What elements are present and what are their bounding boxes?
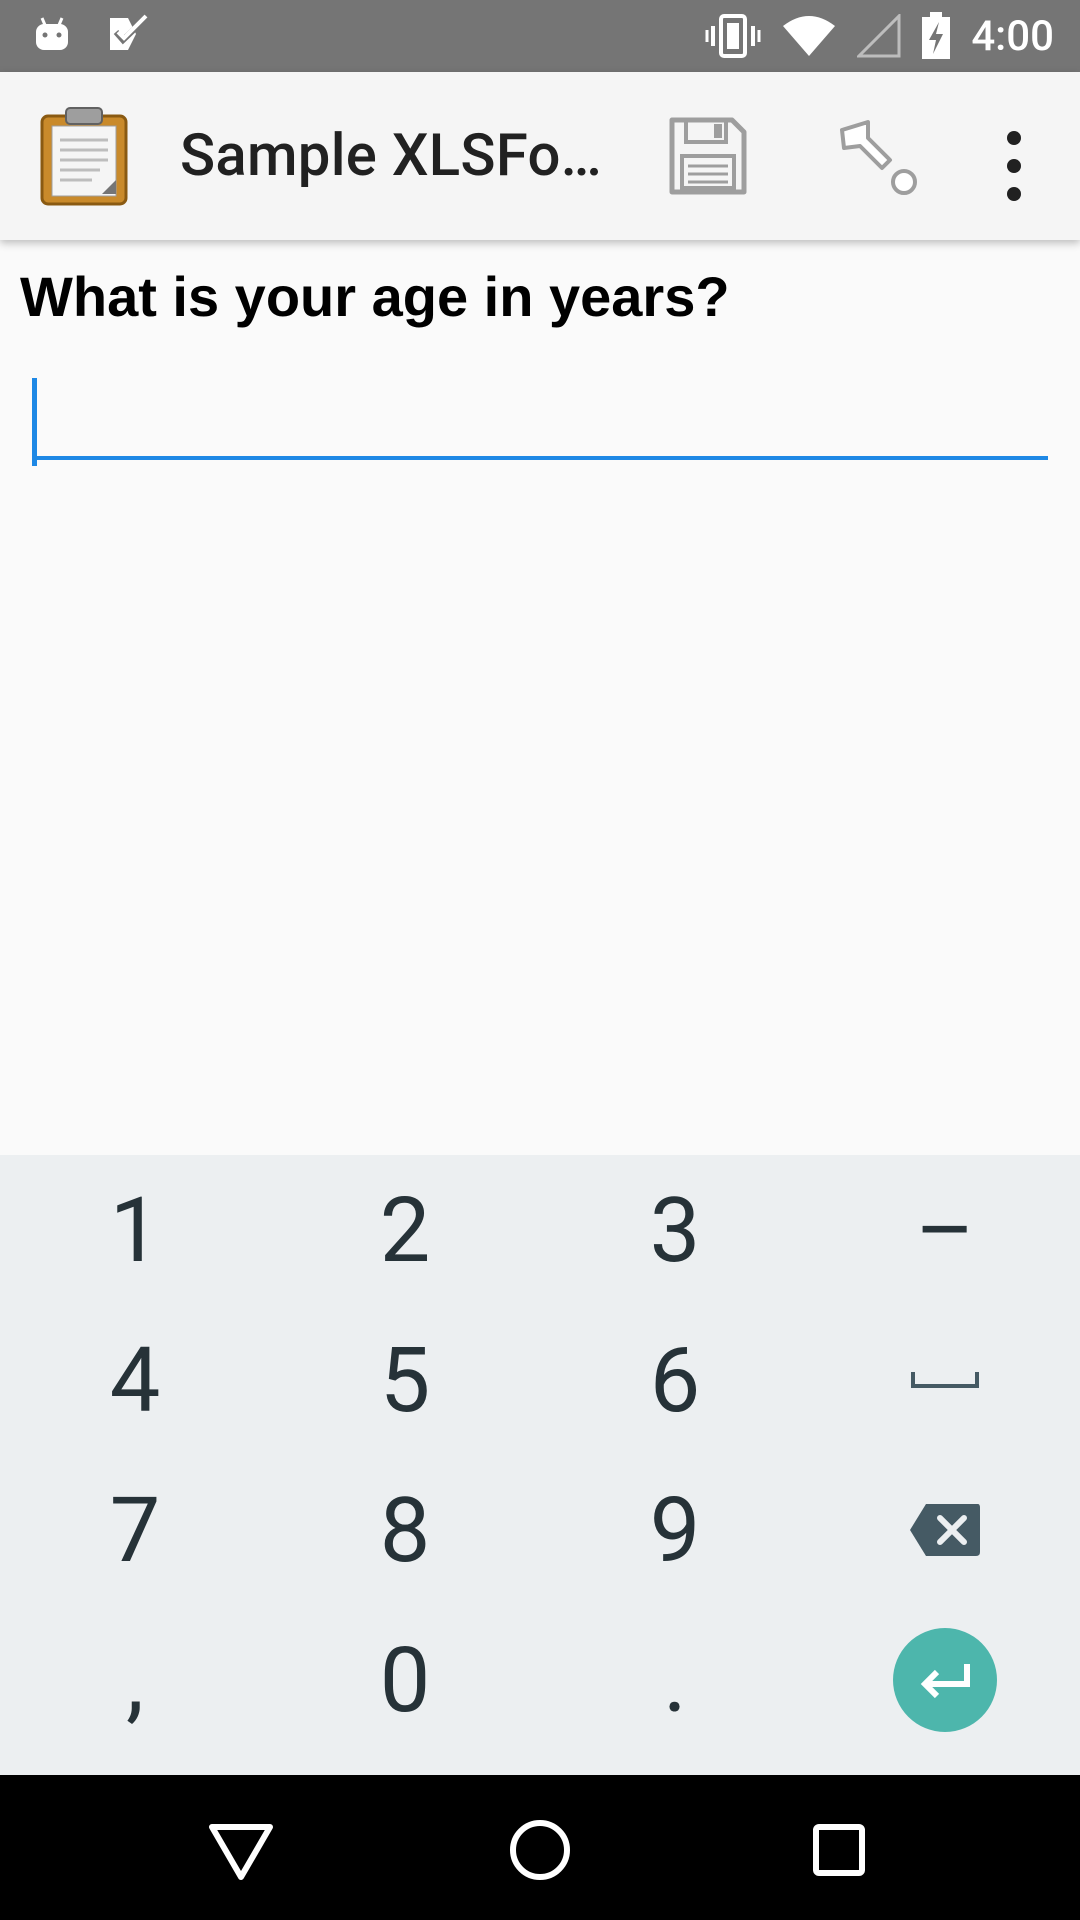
home-circle-icon[interactable]: [505, 1815, 575, 1885]
key-5[interactable]: 5: [270, 1305, 540, 1455]
key-space[interactable]: [810, 1305, 1080, 1455]
key-2[interactable]: 2: [270, 1155, 540, 1305]
app-title: Sample XLSFo…: [180, 122, 603, 190]
signal-icon: [857, 14, 901, 58]
space-icon: [911, 1372, 979, 1388]
key-4[interactable]: 4: [0, 1305, 270, 1455]
wifi-icon: [783, 16, 836, 56]
key-9[interactable]: 9: [540, 1455, 810, 1605]
app-bar: Sample XLSFo…: [0, 72, 1080, 240]
key-period[interactable]: .: [540, 1605, 810, 1755]
age-input-field[interactable]: [32, 376, 1048, 466]
key-7[interactable]: 7: [0, 1455, 270, 1605]
navigation-bar: [0, 1775, 1080, 1920]
status-time: 4:00: [971, 11, 1054, 61]
check-task-icon: [110, 14, 149, 50]
battery-charging-icon: [922, 12, 951, 59]
status-bar: 4:00: [0, 0, 1080, 72]
key-3[interactable]: 3: [540, 1155, 810, 1305]
text-cursor: [32, 378, 37, 466]
numeric-keyboard: 1 2 3 – 4 5 6 7 8 9 , 0 .: [0, 1155, 1080, 1775]
backspace-icon: [910, 1504, 980, 1556]
android-icon: [36, 17, 68, 50]
more-vert-icon[interactable]: [990, 126, 1038, 206]
key-dash[interactable]: –: [810, 1155, 1080, 1305]
key-8[interactable]: 8: [270, 1455, 540, 1605]
key-comma[interactable]: ,: [0, 1605, 270, 1755]
key-delete[interactable]: [810, 1455, 1080, 1605]
key-1[interactable]: 1: [0, 1155, 270, 1305]
vibrate-icon: [705, 14, 761, 58]
goto-icon[interactable]: [838, 116, 922, 200]
enter-button[interactable]: [893, 1628, 997, 1732]
key-0[interactable]: 0: [270, 1605, 540, 1755]
clipboard-logo-icon: [40, 107, 128, 206]
question-label: What is your age in years?: [20, 265, 730, 328]
recents-square-icon[interactable]: [804, 1815, 874, 1885]
back-triangle-icon[interactable]: [206, 1815, 276, 1885]
key-enter[interactable]: [810, 1605, 1080, 1755]
save-icon[interactable]: [668, 116, 748, 196]
key-6[interactable]: 6: [540, 1305, 810, 1455]
form-content: What is your age in years?: [0, 240, 1080, 1155]
enter-icon: [920, 1664, 970, 1699]
